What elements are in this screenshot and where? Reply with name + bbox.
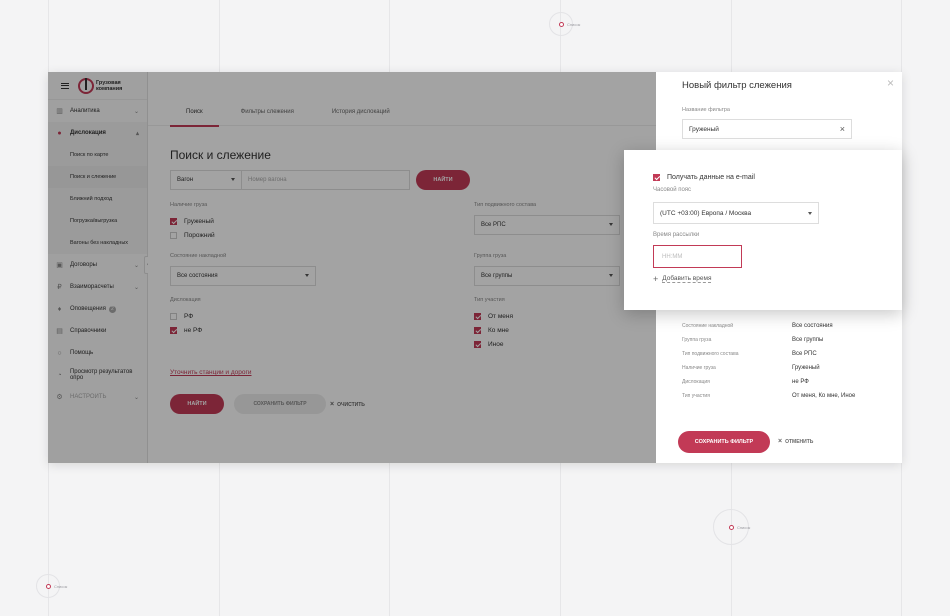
summary-row: Тип участия От меня, Ко мне, Иное — [682, 389, 855, 403]
checkbox-box — [653, 174, 660, 181]
filter-name-input[interactable]: Груженый × — [682, 119, 852, 139]
plus-icon: + — [653, 274, 659, 284]
summary-key: Состояние накладной — [682, 323, 734, 329]
clear-input-icon[interactable]: × — [840, 124, 845, 134]
hint-text: Список — [567, 21, 581, 27]
summary-row: Группа груза Все группы — [682, 333, 855, 347]
summary-row: Тип подвижного состава Все РПС — [682, 347, 855, 361]
send-time-input[interactable]: НН:ММ — [653, 245, 742, 268]
cancel-label: ОТМЕНИТЬ — [785, 438, 814, 445]
summary-value: От меня, Ко мне, Иное — [792, 393, 856, 399]
summary-value: Груженый — [792, 365, 820, 371]
summary-key: Тип участия — [682, 393, 710, 399]
summary-row: Наличие груза Груженый — [682, 361, 855, 375]
checkbox-label: Получать данные на e-mail — [667, 174, 755, 181]
summary-key: Дислокация — [682, 379, 710, 385]
modal-overlay[interactable] — [48, 72, 656, 463]
summary-value: Все группы — [792, 337, 824, 343]
summary-key: Тип подвижного состава — [682, 351, 739, 357]
caret-down-icon — [808, 212, 812, 215]
hint-text: Список — [54, 583, 68, 589]
email-settings-card: Получать данные на e-mail Часовой пояс (… — [624, 150, 902, 310]
summary-key: Группа груза — [682, 337, 712, 343]
save-filter-panel-button[interactable]: СОХРАНИТЬ ФИЛЬТР — [678, 431, 770, 453]
email-checkbox[interactable]: Получать данные на e-mail — [653, 174, 755, 181]
close-icon[interactable]: × — [887, 76, 894, 90]
summary-value: Все состояния — [792, 323, 833, 329]
summary-row: Состояние накладной Все состояния — [682, 319, 855, 333]
summary-value: Все РПС — [792, 351, 817, 357]
select-value: (UTC +03:00) Европа / Москва — [660, 209, 752, 217]
hint-text: Список — [737, 524, 751, 530]
summary-row: Дислокация не РФ — [682, 375, 855, 389]
panel-title: Новый фильтр слежения — [682, 80, 792, 91]
timezone-label: Часовой пояс — [653, 187, 692, 193]
summary-value: не РФ — [792, 379, 809, 385]
filter-summary: Состояние накладной Все состояния Группа … — [682, 319, 855, 403]
filter-name-label: Название фильтра — [682, 107, 730, 113]
cancel-button[interactable]: × ОТМЕНИТЬ — [778, 438, 813, 445]
close-icon: × — [778, 438, 783, 445]
add-time-label: Добавить время — [662, 275, 712, 283]
timezone-select[interactable]: (UTC +03:00) Европа / Москва — [653, 202, 819, 224]
add-time-button[interactable]: + Добавить время — [653, 274, 712, 284]
summary-key: Наличие груза — [682, 365, 716, 371]
input-value: Груженый — [689, 125, 719, 133]
send-time-label: Время рассылки — [653, 232, 700, 238]
